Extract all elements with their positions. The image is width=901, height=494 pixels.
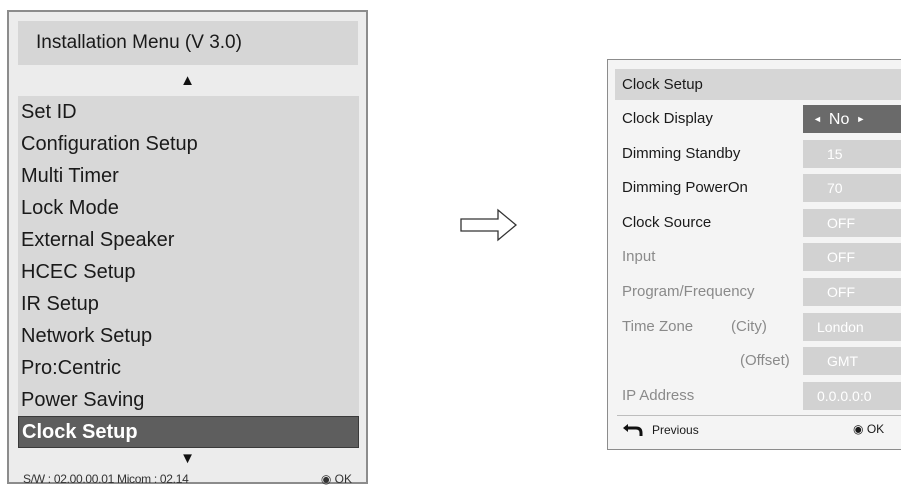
clock-setup-title: Clock Setup <box>615 69 901 100</box>
setting-value[interactable]: 70 <box>803 174 901 202</box>
setting-value: 0.0.0.0:0 <box>803 382 901 410</box>
radio-dot-icon: ◉ <box>320 472 332 486</box>
setting-label: Clock Display <box>622 110 713 127</box>
setting-row-time-zone-offset: (Offset) GMT <box>615 344 901 377</box>
setting-value-text: No <box>828 111 850 128</box>
setting-row-clock-source[interactable]: Clock Source OFF <box>615 206 901 239</box>
previous-label: Previous <box>652 423 699 437</box>
setting-label: Clock Source <box>622 214 712 231</box>
right-triangle-icon[interactable]: ► <box>856 114 865 124</box>
menu-item-configuration-setup[interactable]: Configuration Setup <box>18 128 359 160</box>
menu-item-pro-centric[interactable]: Pro:Centric <box>18 352 359 384</box>
setting-row-time-zone: Time Zone (City) London <box>615 310 901 343</box>
right-arrow-icon <box>460 208 518 242</box>
setting-row-program-frequency: Program/Frequency OFF <box>615 275 901 308</box>
setting-sublabel: (City) <box>731 318 767 335</box>
menu-item-lock-mode[interactable]: Lock Mode <box>18 192 359 224</box>
firmware-version-info: S/W : 02.00.00.01 Micom : 02.14 <box>23 472 189 486</box>
setting-value: London <box>803 313 901 341</box>
setting-label: IP Address <box>622 387 695 404</box>
scroll-down-arrow-icon[interactable]: ▼ <box>9 450 366 467</box>
setting-label: Program/Frequency <box>622 283 755 300</box>
menu-item-power-saving[interactable]: Power Saving <box>18 384 359 416</box>
setting-label: Input <box>622 248 656 265</box>
menu-item-network-setup[interactable]: Network Setup <box>18 320 359 352</box>
installation-menu-title: Installation Menu (V 3.0) <box>18 21 358 65</box>
ok-label: OK <box>866 422 885 436</box>
setting-row-clock-display[interactable]: Clock Display ◄ No ► <box>615 102 901 135</box>
radio-dot-icon: ◉ <box>853 422 864 436</box>
menu-item-clock-setup[interactable]: Clock Setup <box>18 416 359 448</box>
setting-label: Dimming Standby <box>622 145 741 162</box>
installation-menu-panel: Installation Menu (V 3.0) ▲ Set ID Config… <box>7 10 368 486</box>
clock-setup-panel: Clock Setup Clock Display ◄ No ► Dimming Sta… <box>607 59 901 450</box>
ok-button[interactable]: ◉ OK <box>853 422 884 436</box>
menu-item-ir-setup[interactable]: IR Setup <box>18 288 359 320</box>
setting-row-ip-address: IP Address 0.0.0.0:0 <box>615 379 901 412</box>
menu-item-external-speaker[interactable]: External Speaker <box>18 224 359 256</box>
ok-label: OK <box>334 472 352 486</box>
divider <box>617 415 901 416</box>
menu-item-multi-timer[interactable]: Multi Timer <box>18 160 359 192</box>
setting-value: OFF <box>803 278 901 306</box>
setting-row-dimming-standby[interactable]: Dimming Standby 15 <box>615 137 901 170</box>
setting-label: Dimming PowerOn <box>622 179 748 196</box>
setting-sublabel: (Offset) <box>740 352 790 369</box>
installation-menu-list: Set ID Configuration Setup Multi Timer Lock… <box>18 96 359 448</box>
setting-label: Time Zone <box>622 318 694 335</box>
installation-ok-hint: ◉ OK <box>321 472 352 486</box>
menu-item-hcec-setup[interactable]: HCEC Setup <box>18 256 359 288</box>
setting-value[interactable]: ◄ No ► <box>803 105 901 133</box>
back-arrow-icon <box>623 424 643 436</box>
setting-value: OFF <box>803 243 901 271</box>
left-triangle-icon[interactable]: ◄ <box>813 114 822 124</box>
setting-value: GMT <box>803 347 901 375</box>
setting-row-dimming-poweron[interactable]: Dimming PowerOn 70 <box>615 171 901 204</box>
setting-value[interactable]: OFF <box>803 209 901 237</box>
menu-item-set-id[interactable]: Set ID <box>18 96 359 128</box>
setting-row-input: Input OFF <box>615 240 901 273</box>
setting-value[interactable]: 15 <box>803 140 901 168</box>
scroll-up-arrow-icon[interactable]: ▲ <box>9 72 366 89</box>
